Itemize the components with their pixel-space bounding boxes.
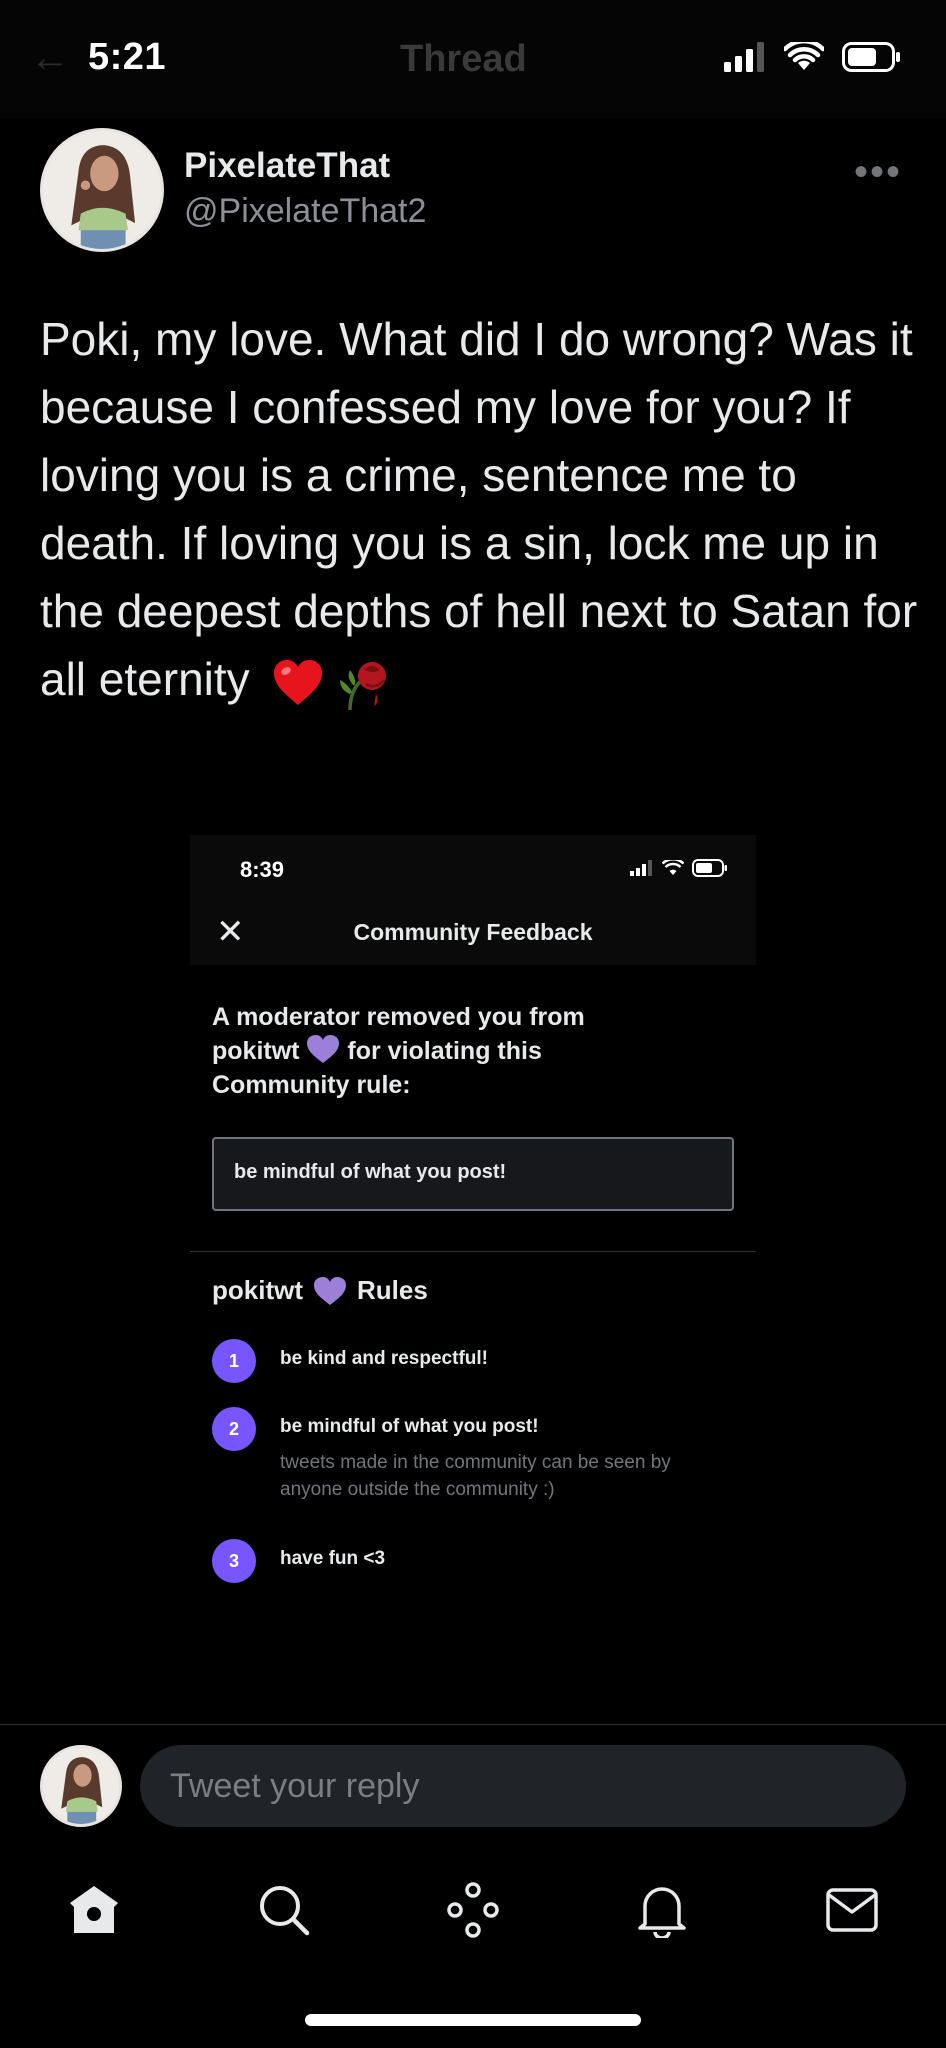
back-arrow-icon[interactable]: ←: [30, 36, 70, 81]
rules-label: Rules: [357, 1275, 428, 1305]
heart-emoji: [274, 659, 323, 705]
reply-input[interactable]: [140, 1745, 906, 1827]
embed-header: 8:39 ✕ Community Feedback: [190, 835, 756, 965]
tab-search[interactable]: [254, 1880, 314, 1940]
tab-bar: [0, 1860, 946, 1950]
author-avatar[interactable]: [40, 128, 164, 252]
author-handle[interactable]: @PixelateThat2: [184, 192, 426, 231]
removal-line-2: for violating this: [347, 1037, 542, 1065]
notifications-icon: [638, 1887, 686, 1938]
wifi-icon: [784, 42, 824, 70]
author-name[interactable]: PixelateThat: [184, 146, 390, 186]
messages-icon: [826, 1888, 878, 1932]
embed-signal-icon: [630, 860, 652, 876]
more-dots-icon[interactable]: •••: [854, 150, 902, 195]
removal-community: pokitwt: [212, 1037, 300, 1065]
removal-line-1: A moderator removed you from: [212, 1003, 585, 1031]
violated-rule-text: be mindful of what you post!: [234, 1161, 507, 1183]
embed-status-time: 8:39: [240, 857, 285, 882]
rule-description: tweets made in the community can be seen…: [280, 1452, 671, 1500]
header-title: Thread: [400, 38, 527, 80]
rules-heading: pokitwt Rules: [212, 1275, 428, 1306]
embedded-screenshot[interactable]: 8:39 ✕ Community Feedback A moderator re…: [190, 835, 756, 1615]
purple-heart-icon: [307, 1035, 340, 1063]
removal-message: A moderator removed you from pokitwt for…: [212, 1000, 732, 1102]
home-indicator[interactable]: [305, 2014, 641, 2026]
rule-title: have fun <3: [280, 1548, 386, 1569]
tweet-emojis: [272, 654, 392, 712]
search-icon: [260, 1886, 310, 1936]
embed-title: Community Feedback: [353, 919, 593, 945]
reply-divider: [0, 1724, 946, 1725]
embed-status-icons: [630, 859, 728, 877]
rule-number: 1: [212, 1339, 256, 1383]
status-bar: ← Thread 5:21: [0, 0, 946, 118]
embed-wifi-icon: [662, 860, 684, 875]
home-icon: [70, 1886, 118, 1933]
embed-battery-icon: [692, 859, 727, 877]
tweet-body: Poki, my love. What did I do wrong? Was …: [40, 313, 918, 705]
battery-icon: [842, 42, 900, 72]
tab-notifications[interactable]: [632, 1880, 692, 1940]
spaces-icon: [447, 1882, 499, 1938]
removal-line-3: Community rule:: [212, 1071, 411, 1099]
user-avatar[interactable]: [40, 1745, 122, 1827]
tab-messages[interactable]: [822, 1880, 882, 1940]
wilted-rose-emoji: [340, 661, 387, 710]
rule-title: be mindful of what you post!: [280, 1416, 539, 1437]
rule-number: 3: [212, 1539, 256, 1583]
rule-title: be kind and respectful!: [280, 1348, 488, 1369]
purple-heart-icon: [314, 1276, 346, 1305]
signal-icon: [724, 42, 764, 72]
divider: [190, 1251, 756, 1252]
status-time: 5:21: [88, 36, 167, 78]
tab-home[interactable]: [64, 1880, 124, 1940]
status-icons: [724, 42, 902, 72]
rule-number: 2: [212, 1407, 256, 1451]
rules-community: pokitwt: [212, 1275, 303, 1305]
violated-rule-box: be mindful of what you post!: [212, 1137, 734, 1211]
tab-spaces[interactable]: [443, 1880, 503, 1940]
tweet-text: Poki, my love. What did I do wrong? Was …: [40, 305, 920, 713]
